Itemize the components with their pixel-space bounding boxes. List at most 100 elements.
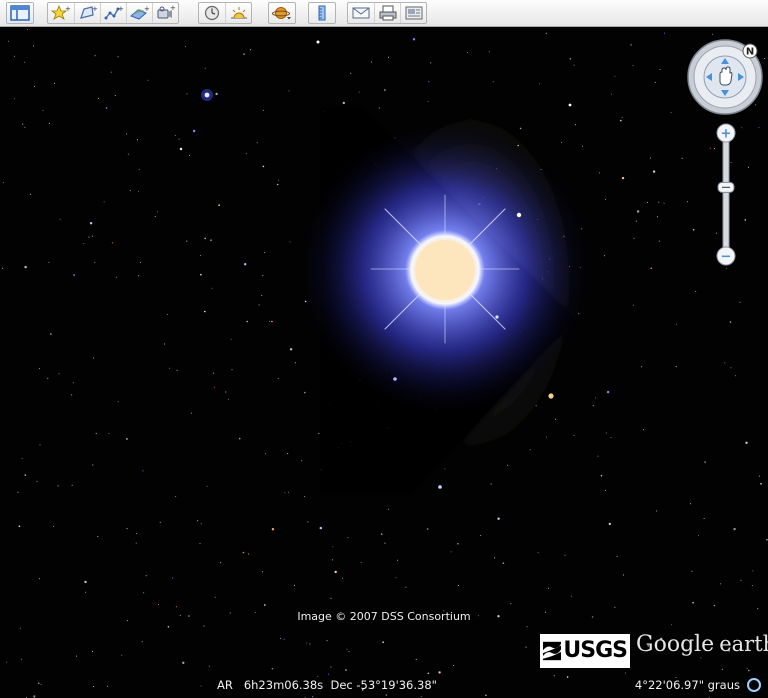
- background-star: [573, 435, 575, 436]
- background-star: [172, 577, 174, 579]
- north-indicator[interactable]: N: [742, 43, 758, 59]
- zoom-slider[interactable]: + −: [714, 122, 738, 268]
- print-button[interactable]: [374, 3, 400, 23]
- background-star: [427, 672, 430, 675]
- background-star: [143, 592, 145, 594]
- background-star: [347, 537, 349, 539]
- background-star: [88, 236, 90, 238]
- background-star: [382, 641, 384, 643]
- svg-text:+: +: [144, 5, 150, 13]
- background-star: [691, 570, 693, 572]
- background-star: [622, 574, 624, 576]
- sunlight-button[interactable]: [225, 3, 251, 23]
- background-star: [709, 147, 711, 149]
- background-star: [395, 577, 397, 579]
- zoom-out-label: −: [721, 250, 732, 265]
- background-star: [271, 667, 274, 670]
- background-star: [690, 503, 692, 505]
- background-star: [502, 562, 505, 564]
- background-star: [284, 492, 286, 494]
- background-star: [167, 626, 170, 628]
- background-star: [573, 64, 575, 66]
- background-star: [59, 218, 61, 220]
- background-star: [199, 543, 201, 545]
- background-star: [176, 369, 178, 371]
- background-star: [126, 528, 128, 530]
- background-star: [497, 517, 500, 520]
- planet-switch-button[interactable]: [269, 3, 295, 23]
- background-star: [466, 52, 468, 53]
- save-image-button[interactable]: [400, 3, 426, 23]
- background-star: [741, 127, 743, 129]
- background-star: [58, 373, 60, 375]
- background-star: [200, 523, 202, 525]
- svg-text:+: +: [118, 5, 124, 13]
- add-image-overlay-button[interactable]: +: [126, 3, 152, 23]
- email-icon: [352, 7, 370, 19]
- toolbar-group-add: + + + + +: [47, 2, 179, 24]
- background-star: [606, 390, 610, 394]
- background-star: [95, 432, 97, 434]
- background-star: [450, 551, 452, 553]
- historical-imagery-button[interactable]: [199, 3, 225, 23]
- zoom-out-button[interactable]: −: [716, 246, 736, 266]
- background-star: [71, 484, 73, 486]
- background-star: [126, 133, 128, 135]
- sky-view[interactable]: [0, 27, 768, 698]
- record-tour-button[interactable]: +: [152, 3, 178, 23]
- background-star: [380, 533, 383, 535]
- add-polygon-button[interactable]: +: [74, 3, 100, 23]
- print-icon: [379, 5, 396, 21]
- ruler-button[interactable]: [309, 3, 335, 23]
- add-placemark-button[interactable]: +: [48, 3, 74, 23]
- background-star: [327, 673, 329, 675]
- background-star: [745, 441, 748, 444]
- background-star: [238, 437, 241, 440]
- background-star: [57, 485, 59, 487]
- background-star: [204, 310, 206, 313]
- background-star: [703, 518, 705, 519]
- email-button[interactable]: [348, 3, 374, 23]
- status-coordinates: AR 6h23m06.38s Dec -53°19'36.38": [217, 678, 437, 692]
- background-star: [97, 535, 99, 537]
- add-path-button[interactable]: +: [100, 3, 126, 23]
- background-star: [621, 116, 623, 118]
- background-star: [137, 191, 139, 193]
- background-star: [164, 343, 166, 345]
- background-star: [595, 397, 597, 399]
- background-star: [287, 453, 289, 455]
- navigation-compass[interactable]: N: [686, 38, 764, 116]
- background-star: [107, 685, 109, 687]
- background-star: [159, 521, 161, 523]
- background-star: [751, 585, 753, 587]
- background-star: [608, 522, 611, 526]
- zoom-in-button[interactable]: +: [716, 123, 736, 143]
- svg-text:+: +: [65, 5, 71, 13]
- background-star: [526, 626, 528, 628]
- background-star: [566, 676, 569, 678]
- background-star: [650, 157, 652, 159]
- background-star: [200, 685, 202, 687]
- background-star: [545, 32, 547, 34]
- background-star: [537, 552, 539, 554]
- background-star: [307, 521, 309, 523]
- background-star: [592, 405, 594, 407]
- sidebar-button[interactable]: [7, 3, 33, 23]
- background-star: [570, 595, 572, 597]
- background-star: [213, 372, 215, 374]
- toolbar-group-planet: [268, 2, 296, 24]
- background-star: [33, 695, 36, 698]
- background-star: [197, 520, 199, 522]
- background-star: [670, 112, 672, 113]
- background-star: [569, 58, 572, 60]
- usgs-text: USGS: [563, 638, 628, 663]
- background-star: [744, 219, 747, 221]
- background-star: [405, 586, 407, 588]
- background-star: [174, 135, 176, 136]
- hand-icon[interactable]: [719, 66, 733, 86]
- streaming-status-icon: [747, 678, 761, 692]
- background-star: [258, 304, 260, 306]
- zoom-thumb[interactable]: [717, 181, 735, 193]
- background-star: [264, 252, 266, 253]
- placemark-icon: +: [51, 5, 71, 20]
